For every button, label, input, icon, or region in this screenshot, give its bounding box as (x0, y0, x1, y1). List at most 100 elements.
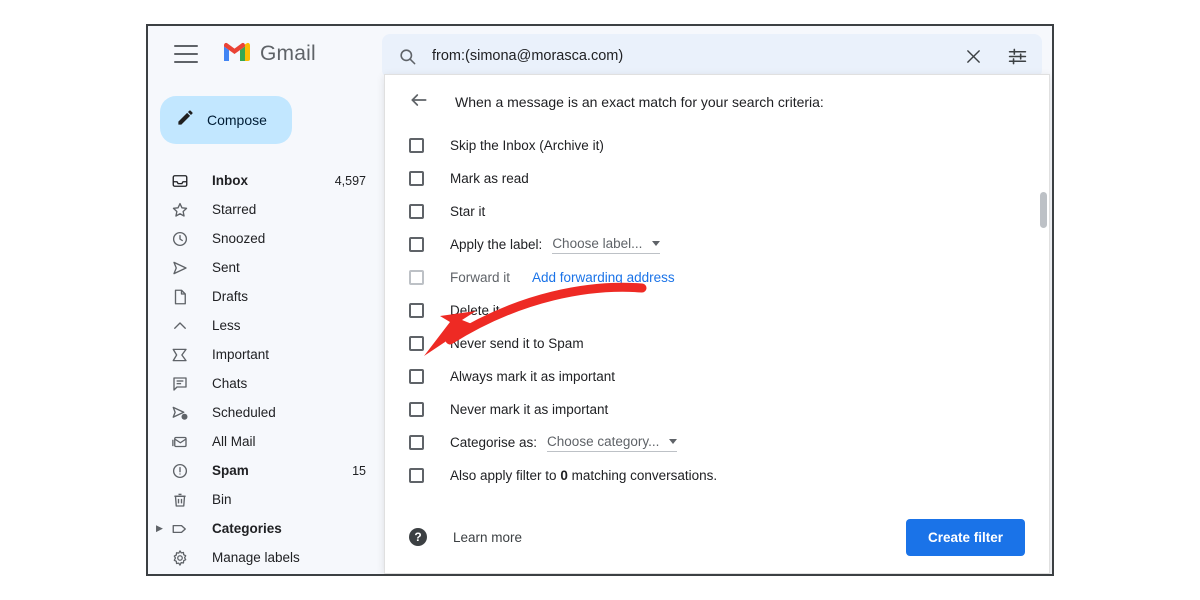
sidebar-item-all-mail[interactable]: All Mail (148, 427, 382, 456)
add-forwarding-address-link[interactable]: Add forwarding address (532, 270, 675, 285)
sidebar-item-label: Important (212, 347, 270, 362)
hamburger-icon[interactable] (174, 45, 198, 63)
checkbox[interactable] (409, 237, 424, 252)
option-never-mark-important[interactable]: Never mark it as important (409, 393, 1029, 426)
option-label: Skip the Inbox (Archive it) (450, 138, 604, 153)
filter-options-icon[interactable] (1006, 45, 1028, 67)
checkbox[interactable] (409, 138, 424, 153)
chevron-down-icon (652, 240, 661, 246)
scrollbar-thumb[interactable] (1040, 192, 1047, 228)
checkbox[interactable] (409, 270, 424, 285)
option-label: Never send it to Spam (450, 336, 584, 351)
sidebar-item-drafts[interactable]: Drafts (148, 282, 382, 311)
back-arrow-icon[interactable] (409, 90, 429, 115)
gmail-logo-icon (222, 40, 252, 68)
expand-arrow-icon[interactable]: ▶ (156, 524, 163, 533)
sidebar-item-manage-labels[interactable]: Manage labels (148, 543, 382, 572)
apply-prefix: Also apply filter to (450, 468, 557, 483)
checkbox[interactable] (409, 336, 424, 351)
sidebar-item-label: Spam (212, 463, 249, 478)
sidebar-item-bin[interactable]: Bin (148, 485, 382, 514)
checkbox[interactable] (409, 468, 424, 483)
sidebar-item-inbox[interactable]: Inbox 4,597 (148, 166, 382, 195)
sidebar-item-count: 4,597 (334, 173, 366, 188)
option-also-apply-filter[interactable]: Also apply filter to 0 matching conversa… (409, 459, 1029, 492)
apply-suffix: matching conversations. (571, 468, 718, 483)
gear-icon (170, 548, 190, 568)
option-label: Never mark it as important (450, 402, 609, 417)
checkbox[interactable] (409, 204, 424, 219)
option-always-mark-important[interactable]: Always mark it as important (409, 360, 1029, 393)
star-icon (170, 200, 190, 220)
option-apply-label[interactable]: Apply the label: Choose label... (409, 228, 1029, 261)
option-mark-as-read[interactable]: Mark as read (409, 162, 1029, 195)
trash-icon (170, 490, 190, 510)
gmail-window: Gmail from:(simona@morasca.com) Compose … (146, 24, 1054, 576)
option-categorise-as[interactable]: Categorise as: Choose category... (409, 426, 1029, 459)
option-star-it[interactable]: Star it (409, 195, 1029, 228)
dropdown-value: Choose label... (552, 235, 643, 251)
compose-label: Compose (207, 112, 267, 128)
sidebar-item-label: Manage labels (212, 550, 300, 565)
option-label: Always mark it as important (450, 369, 616, 384)
sidebar-item-label: All Mail (212, 434, 256, 449)
sidebar-item-sent[interactable]: Sent (148, 253, 382, 282)
sidebar-item-label: Sent (212, 260, 240, 275)
option-never-send-to-spam[interactable]: Never send it to Spam (409, 327, 1029, 360)
sidebar-item-important[interactable]: Important (148, 340, 382, 369)
checkbox[interactable] (409, 303, 424, 318)
sidebar-item-chats[interactable]: Chats (148, 369, 382, 398)
sidebar-item-starred[interactable]: Starred (148, 195, 382, 224)
sidebar-item-spam[interactable]: Spam 15 (148, 456, 382, 485)
scheduled-icon (170, 403, 190, 423)
create-filter-button[interactable]: Create filter (905, 518, 1025, 556)
filter-dialog: When a message is an exact match for you… (384, 74, 1050, 574)
clock-icon (170, 229, 190, 249)
choose-label-dropdown[interactable]: Choose label... (552, 235, 661, 254)
checkbox[interactable] (409, 402, 424, 417)
spam-icon (170, 461, 190, 481)
compose-button[interactable]: Compose (160, 96, 292, 144)
mail-stack-icon (170, 432, 190, 452)
filter-options-list: Skip the Inbox (Archive it) Mark as read… (385, 129, 1049, 492)
checkbox[interactable] (409, 435, 424, 450)
choose-category-dropdown[interactable]: Choose category... (547, 434, 678, 452)
filter-dialog-header: When a message is an exact match for you… (385, 75, 1049, 129)
sidebar-item-categories[interactable]: ▶ Categories (148, 514, 382, 543)
document-icon (170, 287, 190, 307)
sidebar-item-count: 15 (352, 463, 366, 478)
sidebar-item-label: Less (212, 318, 241, 333)
important-icon (170, 345, 190, 365)
help-icon[interactable]: ? (409, 528, 427, 546)
sidebar-item-label: Chats (212, 376, 248, 391)
option-label: Forward it (450, 270, 511, 285)
search-input[interactable]: from:(simona@morasca.com) (432, 48, 962, 64)
gmail-brand[interactable]: Gmail (222, 40, 316, 68)
option-delete-it[interactable]: Delete it (409, 294, 1029, 327)
close-icon[interactable] (962, 45, 984, 67)
sidebar-item-snoozed[interactable]: Snoozed (148, 224, 382, 253)
checkbox[interactable] (409, 369, 424, 384)
sidebar-item-label: Scheduled (212, 405, 276, 420)
option-label: Apply the label: (450, 237, 543, 252)
filter-dialog-footer: ? Learn more Create filter (385, 501, 1049, 573)
apply-count: 0 (560, 468, 568, 483)
sidebar-item-scheduled[interactable]: Scheduled (148, 398, 382, 427)
inbox-icon (170, 171, 190, 191)
sidebar-item-label: Starred (212, 202, 257, 217)
learn-more-link[interactable]: Learn more (453, 530, 522, 545)
option-label: Mark as read (450, 171, 529, 186)
gmail-brand-label: Gmail (260, 42, 316, 65)
sidebar-item-label: Inbox (212, 173, 248, 188)
chat-icon (170, 374, 190, 394)
sidebar-item-label: Categories (212, 521, 282, 536)
option-label: Delete it (450, 303, 500, 318)
checkbox[interactable] (409, 171, 424, 186)
label-icon (170, 519, 190, 539)
filter-dialog-title: When a message is an exact match for you… (455, 94, 824, 110)
sidebar-item-less[interactable]: Less (148, 311, 382, 340)
option-forward-it[interactable]: Forward it Add forwarding address (409, 261, 1029, 294)
scrollbar-track[interactable] (1040, 82, 1050, 574)
option-skip-inbox[interactable]: Skip the Inbox (Archive it) (409, 129, 1029, 162)
search-bar[interactable]: from:(simona@morasca.com) (382, 34, 1042, 78)
